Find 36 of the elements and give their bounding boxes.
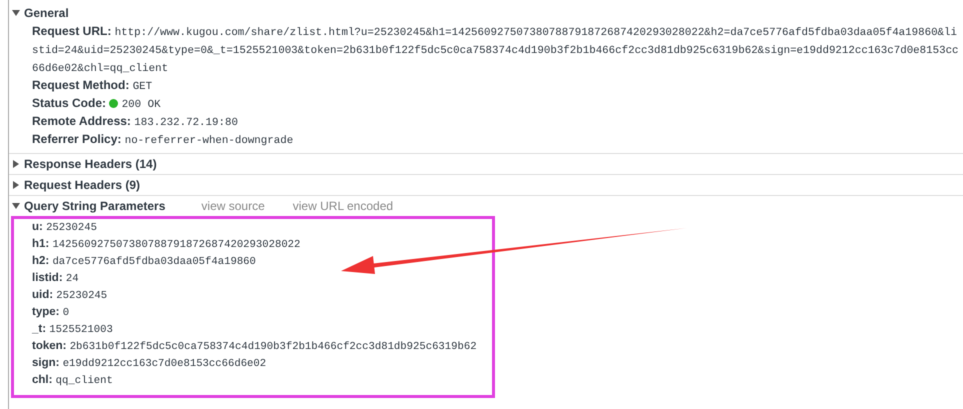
field-label: h2: (32, 255, 50, 267)
field-value: 0 (62, 307, 70, 319)
collapse-triangle-icon (12, 202, 20, 210)
field-label: type: (32, 306, 60, 318)
field-line: Remote Address: 183.232.72.19:80 (32, 113, 239, 131)
field-value: e19dd9212cc163c7d0e8153cc66d6e02 (62, 358, 266, 370)
field-value: 25230245 (56, 290, 108, 302)
field-value: 1525521003 (49, 324, 113, 336)
field-label: u: (32, 221, 43, 233)
field-value: 142560927507380788791872687420293028022 (52, 239, 300, 251)
field-line: Referrer Policy: no-referrer-when-downgrade (32, 131, 294, 149)
field-line: Request URL: http://www.kugou.com/share/zlist.html?u=25230245&h1=142560927507380788791872687420293028022&h2=da7ce5776afd5fdba03daa05f4a19860&listid=24&uid=25230245&type=0&_t=1525521003&token=2b631b0f122f5dc5c0ca758374c4d190b3f2b1b466cf2cc3d81db925c6319b62&sign=e19dd9212cc163c7d0e8153cc66d6e02&chl=qq_client (32, 23, 959, 77)
field-value: 25230245 (46, 222, 97, 234)
expand-triangle-icon (12, 160, 20, 168)
section-header[interactable]: Request Headers (9) (9, 178, 140, 192)
collapse-triangle-icon (12, 9, 20, 17)
field-label: chl: (32, 374, 52, 386)
section-header[interactable]: Query String Parameters (9, 199, 166, 213)
field-label: listid: (32, 272, 63, 284)
section-header[interactable]: General (9, 6, 69, 20)
field-label: _t: (32, 323, 46, 335)
field-label: uid: (32, 289, 54, 301)
field-value: qq_client (56, 375, 113, 387)
field-label: h1: (32, 238, 50, 250)
field-value: 200 OK (122, 99, 161, 111)
expand-triangle-icon (12, 181, 20, 189)
field-value: 24 (66, 273, 79, 285)
field-line: Request Method: GET (32, 77, 154, 95)
field-label: Status Code: (32, 96, 106, 110)
field-value: 2b631b0f122f5dc5c0ca758374c4d190b3f2b1b466cf2cc3d81db925c6319b62 (70, 341, 477, 353)
field-label: token: (32, 340, 66, 352)
field-value: da7ce5776afd5fdba03daa05f4a19860 (52, 256, 256, 268)
section-header[interactable]: Response Headers (14) (9, 157, 157, 171)
field-label: sign: (32, 357, 60, 369)
header-link[interactable]: view source (201, 199, 265, 213)
header-link[interactable]: view URL encoded (292, 199, 394, 213)
